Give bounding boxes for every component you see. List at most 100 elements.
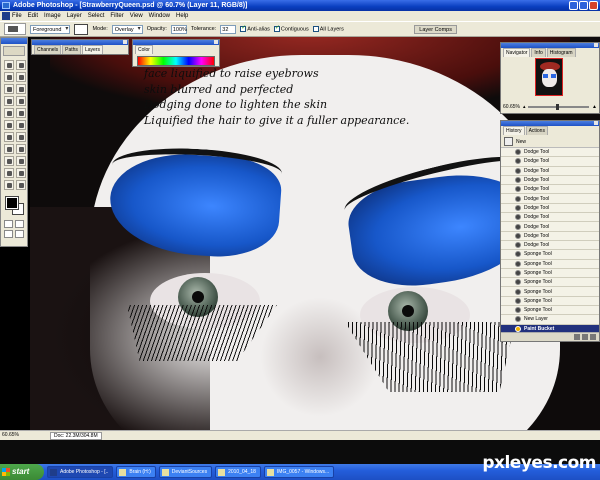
document-size-info[interactable]: Doc: 22.3M/304.8M xyxy=(50,432,102,440)
marquee-tool-icon[interactable] xyxy=(4,60,14,70)
history-snapshot[interactable]: New xyxy=(501,136,599,148)
history-item[interactable]: Dodge Tool xyxy=(501,166,599,176)
history-item[interactable]: Dodge Tool xyxy=(501,185,599,195)
anti-alias-option[interactable]: Anti-alias xyxy=(240,24,270,32)
paint-bucket-tool-icon[interactable] xyxy=(16,120,26,130)
tab-color[interactable]: Color xyxy=(135,45,153,54)
quick-mask-mode-icon[interactable] xyxy=(15,220,24,228)
type-tool-icon[interactable] xyxy=(16,144,26,154)
new-snapshot-icon[interactable] xyxy=(582,334,588,340)
navigator-preview[interactable] xyxy=(535,58,563,96)
history-item[interactable]: Sponge Tool xyxy=(501,268,599,279)
tab-channels[interactable]: Channels xyxy=(34,45,62,54)
history-item[interactable]: Dodge Tool xyxy=(501,194,599,204)
taskbar-item-img-viewer[interactable]: IMG_0057 - Windows... xyxy=(263,466,335,478)
tab-navigator[interactable]: Navigator xyxy=(503,48,531,57)
menu-image[interactable]: Image xyxy=(44,13,61,19)
tab-history[interactable]: History xyxy=(503,126,525,135)
navigator-panel-grip[interactable] xyxy=(501,43,599,48)
layer-comps-tab[interactable]: Layer Comps xyxy=(414,25,457,34)
taskbar-item-folder-2010[interactable]: 2010_04_18 xyxy=(215,466,261,478)
history-item[interactable]: New Layer xyxy=(501,315,599,325)
menu-edit[interactable]: Edit xyxy=(28,13,38,19)
history-item[interactable]: Dodge Tool xyxy=(501,148,599,158)
menu-window[interactable]: Window xyxy=(149,13,170,19)
hand-tool-icon[interactable] xyxy=(4,180,14,190)
history-item[interactable]: Sponge Tool xyxy=(501,259,599,269)
history-item[interactable]: Dodge Tool xyxy=(501,175,599,186)
layers-panel-grip[interactable] xyxy=(32,40,128,45)
menu-filter[interactable]: Filter xyxy=(110,13,123,19)
pattern-swatch[interactable] xyxy=(74,23,89,35)
healing-brush-tool-icon[interactable] xyxy=(4,96,14,106)
close-icon[interactable] xyxy=(594,121,598,125)
start-button[interactable]: start xyxy=(0,464,44,480)
slice-tool-icon[interactable] xyxy=(16,84,26,94)
status-zoom[interactable]: 60.65% xyxy=(2,432,19,438)
photoshop-logo-icon[interactable] xyxy=(2,12,10,20)
new-document-from-state-icon[interactable] xyxy=(574,334,580,340)
history-item[interactable]: Dodge Tool xyxy=(501,157,599,167)
close-icon[interactable] xyxy=(123,40,127,44)
history-item[interactable]: Sponge Tool xyxy=(501,287,599,297)
menu-view[interactable]: View xyxy=(130,13,143,19)
fill-source-select[interactable]: Foreground xyxy=(30,24,71,34)
minimize-button[interactable] xyxy=(569,1,578,10)
screen-mode-standard-icon[interactable] xyxy=(4,230,13,238)
dodge-tool-icon[interactable] xyxy=(16,132,26,142)
taskbar-item-photoshop[interactable]: Adobe Photoshop - [.. xyxy=(47,466,114,478)
close-button[interactable] xyxy=(589,1,598,10)
history-panel-grip[interactable] xyxy=(501,121,599,126)
tab-histogram[interactable]: Histogram xyxy=(546,48,576,57)
close-icon[interactable] xyxy=(594,43,598,47)
eyedropper-tool-icon[interactable] xyxy=(16,168,26,178)
shape-tool-icon[interactable] xyxy=(16,156,26,166)
history-item[interactable]: Sponge Tool xyxy=(501,278,599,288)
window-title-bar[interactable]: Adobe Photoshop - [StrawberryQueen.psd @… xyxy=(0,0,600,11)
zoom-in-icon[interactable]: ▲ xyxy=(592,104,597,110)
all-layers-checkbox[interactable] xyxy=(312,25,319,32)
history-item[interactable]: Dodge Tool xyxy=(501,222,599,232)
tab-info[interactable]: Info xyxy=(531,48,546,57)
crop-tool-icon[interactable] xyxy=(4,84,14,94)
history-item[interactable]: Dodge Tool xyxy=(501,203,599,214)
tolerance-input[interactable]: 32 xyxy=(220,24,237,34)
color-spectrum-bar[interactable] xyxy=(137,56,215,66)
move-tool-icon[interactable] xyxy=(16,60,26,70)
zoom-tool-icon[interactable] xyxy=(16,180,26,190)
paint-bucket-preset-icon[interactable] xyxy=(4,23,26,35)
brush-tool-icon[interactable] xyxy=(16,96,26,106)
navigator-zoom-value[interactable]: 60.65% xyxy=(503,104,520,110)
menu-select[interactable]: Select xyxy=(88,13,105,19)
history-item[interactable]: Dodge Tool xyxy=(501,231,599,241)
tab-layers[interactable]: Layers xyxy=(81,45,103,54)
history-item[interactable]: Sponge Tool xyxy=(501,306,599,316)
path-selection-tool-icon[interactable] xyxy=(4,144,14,154)
tab-actions[interactable]: Actions xyxy=(525,126,548,135)
history-item[interactable]: Sponge Tool xyxy=(501,250,599,260)
adobe-feather-icon[interactable] xyxy=(3,46,25,56)
standard-mode-icon[interactable] xyxy=(4,220,13,228)
history-item[interactable]: Dodge Tool xyxy=(501,240,599,251)
close-icon[interactable] xyxy=(214,40,218,44)
all-layers-option[interactable]: All Layers xyxy=(312,25,344,32)
blend-mode-select[interactable]: Overlay xyxy=(111,24,143,34)
foreground-color-swatch[interactable] xyxy=(5,196,19,210)
blur-tool-icon[interactable] xyxy=(4,132,14,142)
pen-tool-icon[interactable] xyxy=(4,156,14,166)
history-item[interactable]: Sponge Tool xyxy=(501,296,599,307)
tools-panel-grip[interactable] xyxy=(1,38,27,44)
color-panel-grip[interactable] xyxy=(133,40,219,45)
screen-mode-full-icon[interactable] xyxy=(15,230,24,238)
clone-stamp-tool-icon[interactable] xyxy=(4,108,14,118)
magic-wand-tool-icon[interactable] xyxy=(16,72,26,82)
tab-paths[interactable]: Paths xyxy=(62,45,81,54)
menu-help[interactable]: Help xyxy=(176,13,188,19)
eraser-tool-icon[interactable] xyxy=(4,120,14,130)
zoom-out-icon[interactable]: ▴ xyxy=(523,104,526,110)
zoom-slider[interactable] xyxy=(528,104,590,110)
history-brush-tool-icon[interactable] xyxy=(16,108,26,118)
contiguous-option[interactable]: Contiguous xyxy=(273,24,309,32)
menu-layer[interactable]: Layer xyxy=(67,13,82,19)
contiguous-checkbox[interactable] xyxy=(273,24,280,32)
